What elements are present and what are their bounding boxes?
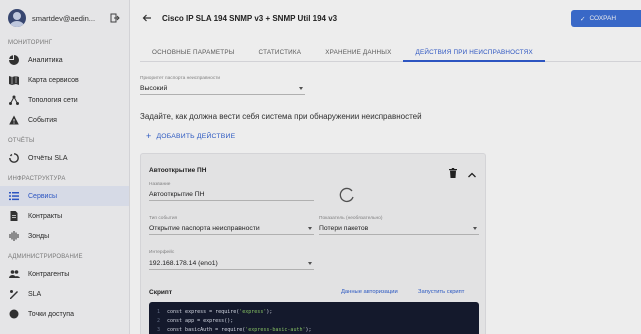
sidebar-item-label: Топология сети bbox=[28, 96, 78, 104]
access-point-icon bbox=[8, 308, 20, 320]
chevron-up-icon[interactable] bbox=[467, 166, 477, 178]
metric-label: Показатель (необязательно) bbox=[319, 216, 383, 221]
interface-value: 192.168.178.14 (eno1) bbox=[149, 260, 218, 267]
name-label: Название bbox=[149, 182, 171, 187]
save-button[interactable]: ✓ СОХРАН bbox=[571, 10, 641, 27]
map-icon bbox=[8, 74, 20, 86]
tabs: ОСНОВНЫЕ ПАРАМЕТРЫ СТАТИСТИКА ХРАНЕНИЕ Д… bbox=[140, 44, 641, 62]
page-title: Cisco IP SLA 194 SNMP v3 + SNMP Util 194… bbox=[162, 13, 338, 23]
sidebar-item-access-points[interactable]: Точки доступа bbox=[0, 304, 129, 324]
sidebar-item-label: Карта сервисов bbox=[28, 76, 79, 84]
metric-value: Потери пакетов bbox=[319, 225, 369, 232]
action-card: Автооткрытие ПН Название Автооткрытие ПН… bbox=[140, 153, 486, 334]
sidebar-item-label: Контракты bbox=[28, 212, 63, 220]
section-monitoring: МОНИТОРИНГ bbox=[8, 40, 53, 46]
chevron-down-icon bbox=[308, 262, 312, 265]
sidebar-item-label: События bbox=[28, 116, 57, 124]
warning-icon bbox=[8, 114, 20, 126]
sidebar-item-service-map[interactable]: Карта сервисов bbox=[0, 70, 129, 90]
sidebar-item-topology[interactable]: Топология сети bbox=[0, 90, 129, 110]
people-icon bbox=[8, 268, 20, 280]
fault-behaviour-prompt: Задайте, как должна вести себя система п… bbox=[140, 112, 422, 121]
sidebar-item-probes[interactable]: Зонды bbox=[0, 226, 129, 246]
chevron-down-icon bbox=[473, 227, 477, 230]
add-action-button[interactable]: + ДОБАВИТЬ ДЕЙСТВИЕ bbox=[146, 132, 235, 141]
sidebar-item-analytics[interactable]: Аналитика bbox=[0, 50, 129, 70]
metric-select[interactable]: Потери пакетов bbox=[319, 223, 479, 235]
avatar[interactable] bbox=[8, 9, 26, 27]
event-type-value: Открытие паспорта неисправности bbox=[149, 225, 260, 232]
sidebar-item-label: Отчёты SLA bbox=[28, 154, 68, 162]
user-name: smartdev@aedin... bbox=[32, 13, 96, 23]
sidebar-item-services[interactable]: Сервисы bbox=[0, 186, 129, 206]
sidebar-item-label: Аналитика bbox=[28, 56, 63, 64]
check-icon: ✓ bbox=[580, 15, 586, 23]
section-infrastructure: ИНФРАСТРУКТУРА bbox=[8, 176, 66, 182]
tab-main-parameters[interactable]: ОСНОВНЫЕ ПАРАМЕТРЫ bbox=[140, 44, 247, 62]
code-line: 2 const app = express(); bbox=[157, 318, 234, 324]
name-value: Автооткрытие ПН bbox=[149, 191, 205, 198]
priority-value: Высокий bbox=[140, 85, 168, 92]
topology-icon bbox=[8, 94, 20, 106]
script-editor[interactable]: 1 const express = require('express'); 2 co… bbox=[149, 302, 479, 334]
sidebar-item-label: Точки доступа bbox=[28, 310, 74, 318]
code-line: 1 const express = require('express'); bbox=[157, 309, 273, 315]
sidebar-item-events[interactable]: События bbox=[0, 110, 129, 130]
circle-report-icon bbox=[8, 152, 20, 164]
interface-label: Интерфейс bbox=[149, 250, 175, 255]
sla-icon bbox=[8, 288, 20, 300]
sidebar-item-sla-reports[interactable]: Отчёты SLA bbox=[0, 148, 129, 168]
auth-data-link[interactable]: Данные авторизации bbox=[341, 289, 398, 295]
sidebar-item-counterparties[interactable]: Контрагенты bbox=[0, 264, 129, 284]
probe-icon bbox=[8, 230, 20, 242]
sidebar: smartdev@aedin... МОНИТОРИНГ Аналитика К… bbox=[0, 0, 130, 334]
document-icon bbox=[8, 210, 20, 222]
sidebar-item-label: SLA bbox=[28, 290, 42, 298]
section-administration: АДМИНИСТРИРОВАНИЕ bbox=[8, 254, 83, 260]
tab-data-storage[interactable]: ХРАНЕНИЕ ДАННЫХ bbox=[313, 44, 403, 62]
script-title: Скрипт bbox=[149, 289, 173, 296]
save-button-label: СОХРАН bbox=[589, 15, 617, 22]
chevron-down-icon bbox=[308, 227, 312, 230]
code-line: 3 const basicAuth = require('express-basi… bbox=[157, 327, 312, 333]
action-card-title: Автооткрытие ПН bbox=[149, 167, 207, 174]
trash-icon[interactable] bbox=[449, 165, 457, 178]
add-action-label: ДОБАВИТЬ ДЕЙСТВИЕ bbox=[156, 133, 236, 140]
pie-chart-icon bbox=[8, 54, 20, 66]
sidebar-item-label: Сервисы bbox=[28, 192, 58, 200]
list-icon bbox=[8, 190, 20, 202]
user-row: smartdev@aedin... bbox=[0, 0, 129, 36]
event-type-select[interactable]: Открытие паспорта неисправности bbox=[149, 223, 314, 235]
section-reports: ОТЧЁТЫ bbox=[8, 138, 35, 144]
tab-statistics[interactable]: СТАТИСТИКА bbox=[247, 44, 314, 62]
loading-spinner-icon bbox=[339, 187, 355, 203]
event-type-label: Тип события bbox=[149, 216, 178, 221]
tab-fault-actions[interactable]: ДЕЙСТВИЯ ПРИ НЕИСПРАВНОСТЯХ bbox=[403, 44, 545, 62]
sidebar-item-label: Контрагенты bbox=[28, 270, 70, 278]
header: Cisco IP SLA 194 SNMP v3 + SNMP Util 194… bbox=[130, 0, 641, 36]
priority-select[interactable]: Высокий bbox=[140, 83, 305, 95]
sidebar-item-sla[interactable]: SLA bbox=[0, 284, 129, 304]
name-field[interactable]: Автооткрытие ПН bbox=[149, 189, 314, 201]
priority-label: Приоритет паспорта неисправности bbox=[140, 76, 221, 81]
logout-icon[interactable] bbox=[109, 12, 121, 24]
run-script-link[interactable]: Запустить скрипт bbox=[418, 289, 464, 295]
plus-icon: + bbox=[146, 131, 152, 141]
chevron-down-icon bbox=[299, 87, 303, 90]
sidebar-item-contracts[interactable]: Контракты bbox=[0, 206, 129, 226]
sidebar-item-label: Зонды bbox=[28, 232, 50, 240]
arrow-back-icon[interactable] bbox=[142, 13, 152, 23]
interface-select[interactable]: 192.168.178.14 (eno1) bbox=[149, 258, 314, 270]
